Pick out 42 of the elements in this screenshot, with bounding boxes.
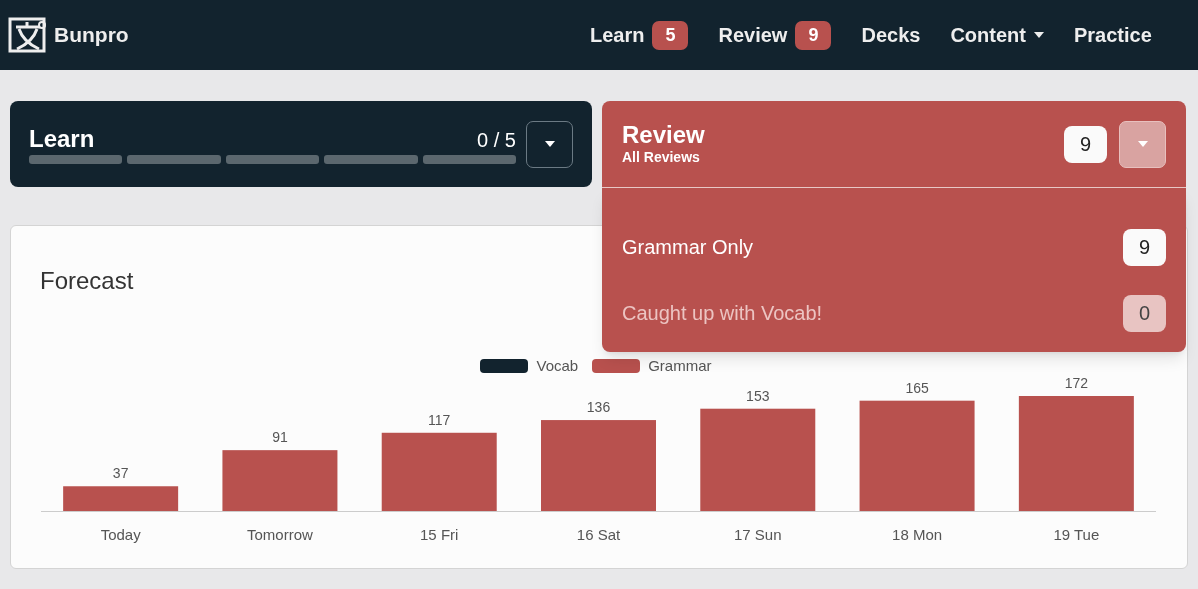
count-badge: 0 — [1123, 294, 1166, 332]
legend-swatch — [592, 359, 641, 373]
value-label: 91 — [272, 429, 288, 446]
category-label: Today — [100, 526, 141, 543]
card-subtitle: All Reviews — [622, 148, 701, 166]
nav-link[interactable]: Content — [950, 20, 1044, 50]
count-badge: 9 — [795, 20, 832, 50]
category-label: 19 Tue — [1053, 526, 1100, 543]
value-label: 172 — [1064, 375, 1089, 391]
count-badge: 5 — [652, 20, 689, 50]
nav-link[interactable]: Practice — [1073, 20, 1152, 50]
category-label: Tomorrow — [247, 526, 313, 543]
nav-link[interactable]: Review — [718, 20, 788, 50]
card-title: Review — [622, 122, 706, 148]
legend-label: Vocab — [536, 355, 579, 376]
menu-item[interactable]: Grammar Only — [622, 232, 754, 262]
count-badge: 9 — [1123, 228, 1166, 266]
menu-item: Caught up with Vocab! — [622, 301, 823, 326]
legend-label: Grammar — [648, 355, 712, 376]
progress-count: 0 / 5 — [477, 127, 516, 153]
category-label: 16 Sat — [576, 526, 621, 543]
logo-icon[interactable] — [8, 17, 48, 53]
caret-icon — [1137, 141, 1148, 147]
category-label: 17 Sun — [734, 526, 782, 543]
dropdown-button[interactable] — [526, 120, 573, 168]
card-title: Forecast — [39, 266, 135, 296]
value-label: 37 — [112, 465, 129, 482]
dropdown-button[interactable] — [1119, 120, 1166, 168]
brand-name[interactable]: Bunpro — [54, 19, 129, 51]
caret-icon — [544, 141, 555, 147]
nav-link[interactable]: Learn — [590, 20, 645, 50]
count-badge: 9 — [1064, 125, 1107, 163]
card-title: Learn — [29, 124, 95, 153]
legend-swatch — [480, 359, 529, 373]
category-label: 18 Mon — [892, 526, 943, 543]
value-label: 153 — [746, 387, 770, 404]
nav-link[interactable]: Decks — [861, 20, 921, 50]
category-label: 15 Fri — [420, 526, 459, 543]
value-label: 136 — [586, 399, 611, 416]
caret-icon — [1033, 32, 1044, 38]
value-label: 165 — [905, 379, 929, 396]
value-label: 117 — [428, 411, 451, 428]
